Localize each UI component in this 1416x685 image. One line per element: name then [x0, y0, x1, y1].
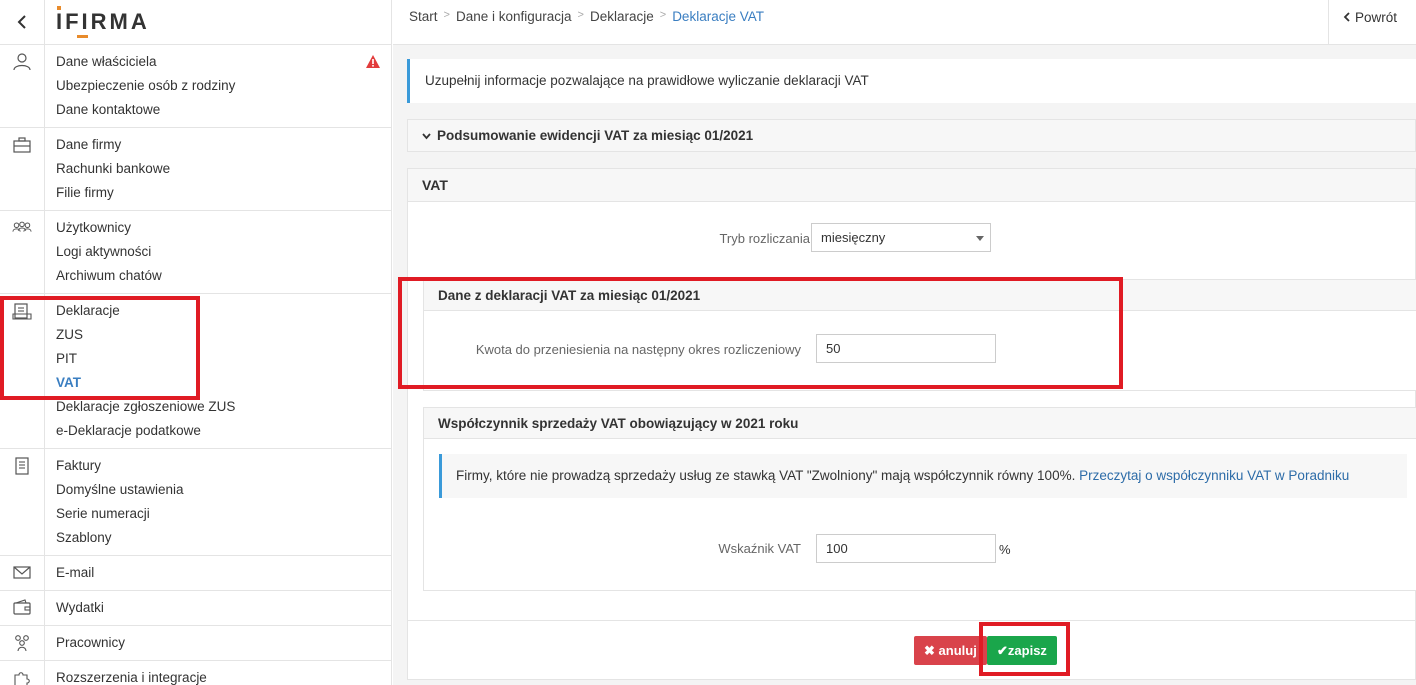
- breadcrumb-start[interactable]: Start: [409, 9, 438, 24]
- sidebar-item-company-data[interactable]: Dane firmy: [56, 133, 391, 157]
- employees-icon: [0, 626, 45, 660]
- sidebar-item-chat-archive[interactable]: Archiwum chatów: [56, 264, 391, 288]
- sidebar-item-contact-data[interactable]: Dane kontaktowe: [56, 98, 391, 122]
- summary-title: Podsumowanie ewidencji VAT za miesiąc 01…: [437, 128, 754, 143]
- wskaznik-input[interactable]: 100: [816, 534, 996, 563]
- sidebar-item-branches[interactable]: Filie firmy: [56, 181, 391, 205]
- sidebar-item-default-settings[interactable]: Domyślne ustawienia: [56, 478, 391, 502]
- wspolczynnik-panel: Współczynnik sprzedaży VAT obowiązujący …: [423, 407, 1416, 591]
- breadcrumb-separator-icon: >: [659, 9, 667, 21]
- chevron-down-icon: [422, 133, 431, 140]
- sidebar-item-email[interactable]: E-mail: [56, 561, 391, 585]
- sidebar-group-owner: Dane właściciela Ubezpieczenie osób z ro…: [0, 45, 391, 128]
- wspolczynnik-title: Współczynnik sprzedaży VAT obowiązujący …: [424, 408, 1416, 439]
- ifirma-logo[interactable]: IFIRMA: [56, 6, 150, 38]
- cancel-label: anuluj: [938, 643, 977, 658]
- breadcrumb: Start > Dane i konfiguracja > Deklaracje…: [409, 9, 764, 24]
- wskaznik-label: Wskaźnik VAT: [718, 541, 801, 556]
- kwota-input[interactable]: 50: [816, 334, 996, 363]
- warning-icon: [366, 55, 380, 68]
- dane-deklaracji-panel: Dane z deklaracji VAT za miesiąc 01/2021…: [423, 279, 1416, 391]
- sidebar-item-family-insurance[interactable]: Ubezpieczenie osób z rodziny: [56, 74, 391, 98]
- envelope-icon: [0, 556, 45, 590]
- sidebar-group-declarations: Deklaracje ZUS PIT VAT Deklaracje zgłosz…: [0, 294, 391, 449]
- dropdown-arrow-icon: [976, 236, 984, 241]
- sidebar-item-bank-accounts[interactable]: Rachunki bankowe: [56, 157, 391, 181]
- save-label: zapisz: [1007, 643, 1047, 658]
- sidebar-item-owner-data[interactable]: Dane właściciela: [56, 50, 391, 74]
- sidebar-header: IFIRMA: [0, 0, 391, 45]
- info-message: Uzupełnij informacje pozwalające na praw…: [407, 59, 1416, 103]
- breadcrumb-declarations[interactable]: Deklaracje: [590, 9, 654, 24]
- sidebar-item-vat[interactable]: VAT: [56, 371, 391, 395]
- close-icon: ✖: [924, 643, 935, 658]
- sidebar-item-expenses[interactable]: Wydatki: [56, 596, 391, 620]
- sidebar-group-expenses: Wydatki: [0, 591, 391, 626]
- poradnik-link[interactable]: Przeczytaj o współczynniku VAT w Poradni…: [1079, 468, 1349, 483]
- sidebar-group-users: Użytkownicy Logi aktywności Archiwum cha…: [0, 211, 391, 294]
- topbar: Start > Dane i konfiguracja > Deklaracje…: [393, 0, 1416, 45]
- cancel-button[interactable]: ✖ anuluj: [914, 636, 987, 665]
- note-text: Firmy, które nie prowadzą sprzedaży usłu…: [456, 468, 1076, 483]
- return-button[interactable]: Powrót: [1328, 0, 1416, 45]
- sidebar-item-zus-registration[interactable]: Deklaracje zgłoszeniowe ZUS: [56, 395, 391, 419]
- collapse-sidebar-button[interactable]: [0, 0, 45, 45]
- sidebar-group-email: E-mail: [0, 556, 391, 591]
- summary-panel-header[interactable]: Podsumowanie ewidencji VAT za miesiąc 01…: [408, 120, 1415, 151]
- sidebar-item-numbering-series[interactable]: Serie numeracji: [56, 502, 391, 526]
- sidebar-item-declarations[interactable]: Deklaracje: [56, 299, 391, 323]
- dane-deklaracji-title: Dane z deklaracji VAT za miesiąc 01/2021: [424, 280, 1416, 311]
- sidebar-item-invoices[interactable]: Faktury: [56, 454, 391, 478]
- user-icon: [0, 45, 45, 127]
- chevron-left-icon: [1343, 12, 1350, 22]
- sidebar-item-users[interactable]: Użytkownicy: [56, 216, 391, 240]
- sidebar-item-e-declarations[interactable]: e-Deklaracje podatkowe: [56, 419, 391, 443]
- footer-divider: [408, 620, 1415, 621]
- sidebar-group-invoices: Faktury Domyślne ustawienia Serie numera…: [0, 449, 391, 556]
- vat-panel: VAT Tryb rozliczania miesięczny Dane z d…: [407, 168, 1416, 680]
- kwota-label: Kwota do przeniesienia na następny okres…: [475, 342, 801, 357]
- sidebar-group-company: Dane firmy Rachunki bankowe Filie firmy: [0, 128, 391, 211]
- puzzle-icon: [0, 661, 45, 685]
- sidebar-item-employees[interactable]: Pracownicy: [56, 631, 391, 655]
- sidebar-group-extensions: Rozszerzenia i integracje: [0, 661, 391, 685]
- main-content: Start > Dane i konfiguracja > Deklaracje…: [393, 0, 1416, 685]
- sidebar-item-pit[interactable]: PIT: [56, 347, 391, 371]
- invoice-icon: [0, 449, 45, 555]
- users-icon: [0, 211, 45, 293]
- sidebar-item-templates[interactable]: Szablony: [56, 526, 391, 550]
- breadcrumb-separator-icon: >: [443, 9, 450, 21]
- declaration-icon: [0, 294, 45, 448]
- breadcrumb-separator-icon: >: [577, 9, 584, 21]
- check-icon: ✔: [997, 643, 1008, 658]
- percent-sign: %: [999, 542, 1011, 557]
- summary-panel[interactable]: Podsumowanie ewidencji VAT za miesiąc 01…: [407, 119, 1416, 152]
- sidebar-item-zus[interactable]: ZUS: [56, 323, 391, 347]
- save-button[interactable]: ✔zapisz: [987, 636, 1057, 665]
- briefcase-icon: [0, 128, 45, 210]
- tryb-label: Tryb rozliczania: [719, 231, 810, 246]
- tryb-select-value: miesięczny: [821, 230, 886, 245]
- sidebar-group-employees: Pracownicy: [0, 626, 391, 661]
- return-label: Powrót: [1355, 10, 1398, 25]
- breadcrumb-config[interactable]: Dane i konfiguracja: [456, 9, 572, 24]
- breadcrumb-current: Deklaracje VAT: [672, 9, 764, 24]
- sidebar-item-activity-logs[interactable]: Logi aktywności: [56, 240, 391, 264]
- sidebar: IFIRMA Dane właściciela Ubezpieczenie os…: [0, 0, 392, 685]
- wallet-icon: [0, 591, 45, 625]
- wspolczynnik-note: Firmy, które nie prowadzą sprzedaży usłu…: [439, 454, 1407, 498]
- sidebar-item-extensions[interactable]: Rozszerzenia i integracje: [56, 666, 391, 685]
- vat-panel-title: VAT: [408, 169, 1415, 202]
- tryb-select[interactable]: miesięczny: [811, 223, 991, 252]
- chevron-left-icon: [17, 15, 26, 29]
